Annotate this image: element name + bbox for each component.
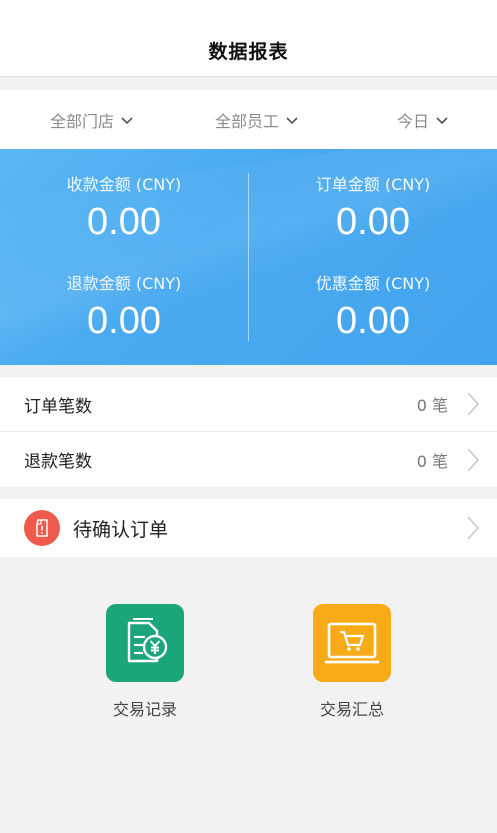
date-filter-dropdown[interactable]: 今日 bbox=[397, 90, 449, 149]
tile-label: 交易记录 bbox=[112, 700, 177, 719]
stat-label: 收款金额 (CNY) bbox=[66, 175, 182, 194]
store-filter-label: 全部门店 bbox=[50, 111, 115, 131]
refund-count-row[interactable]: 退款笔数 0 笔 bbox=[0, 432, 497, 487]
stats-panel: 收款金额 (CNY) 0.00 订单金额 (CNY) 0.00 退款金额 (CN… bbox=[0, 149, 497, 365]
pending-orders-label: 待确认订单 bbox=[73, 518, 169, 541]
stat-value: 0.00 bbox=[87, 300, 161, 342]
stat-label: 订单金额 (CNY) bbox=[315, 175, 431, 194]
pending-order-icon bbox=[24, 510, 60, 546]
transaction-record-tile[interactable]: 交易记录 bbox=[85, 604, 205, 720]
row-label: 退款笔数 bbox=[24, 452, 92, 472]
stat-label: 优惠金额 (CNY) bbox=[315, 274, 431, 293]
stat-value: 0.00 bbox=[87, 201, 161, 243]
chevron-right-icon bbox=[467, 447, 480, 472]
chevron-right-icon bbox=[467, 516, 480, 540]
app-header: 数据报表 bbox=[0, 0, 497, 77]
order-count-row[interactable]: 订单笔数 0 笔 bbox=[0, 377, 497, 432]
staff-filter-label: 全部员工 bbox=[215, 111, 280, 131]
row-count: 0 笔 bbox=[416, 451, 448, 471]
chevron-down-icon bbox=[286, 116, 298, 124]
tile-label: 交易汇总 bbox=[319, 700, 384, 719]
chevron-down-icon bbox=[436, 116, 448, 124]
discount-amount-stat: 优惠金额 (CNY) 0.00 bbox=[249, 270, 497, 343]
shortcut-grid: 交易记录 交易汇总 bbox=[0, 557, 497, 833]
filter-bar: 全部门店 全部员工 今日 bbox=[0, 90, 497, 149]
count-list: 订单笔数 0 笔 退款笔数 0 笔 bbox=[0, 377, 497, 487]
row-count: 0 笔 bbox=[416, 396, 448, 415]
stat-value: 0.00 bbox=[336, 300, 410, 342]
date-filter-label: 今日 bbox=[397, 111, 430, 131]
page-title: 数据报表 bbox=[208, 40, 289, 63]
transaction-summary-tile[interactable]: 交易汇总 bbox=[292, 604, 412, 720]
order-amount-stat: 订单金额 (CNY) 0.00 bbox=[249, 171, 497, 244]
refund-amount-stat: 退款金额 (CNY) 0.00 bbox=[0, 270, 248, 343]
store-filter-dropdown[interactable]: 全部门店 bbox=[50, 90, 134, 149]
received-amount-stat: 收款金额 (CNY) 0.00 bbox=[0, 171, 248, 244]
stat-label: 退款金额 (CNY) bbox=[66, 274, 182, 293]
staff-filter-dropdown[interactable]: 全部员工 bbox=[215, 90, 299, 149]
transaction-record-icon bbox=[106, 604, 184, 682]
transaction-summary-icon bbox=[313, 604, 391, 682]
chevron-right-icon bbox=[467, 392, 480, 416]
row-label: 订单笔数 bbox=[24, 396, 92, 417]
stat-value: 0.00 bbox=[336, 201, 410, 243]
chevron-down-icon bbox=[121, 116, 133, 124]
pending-orders-row[interactable]: 待确认订单 bbox=[0, 499, 497, 557]
